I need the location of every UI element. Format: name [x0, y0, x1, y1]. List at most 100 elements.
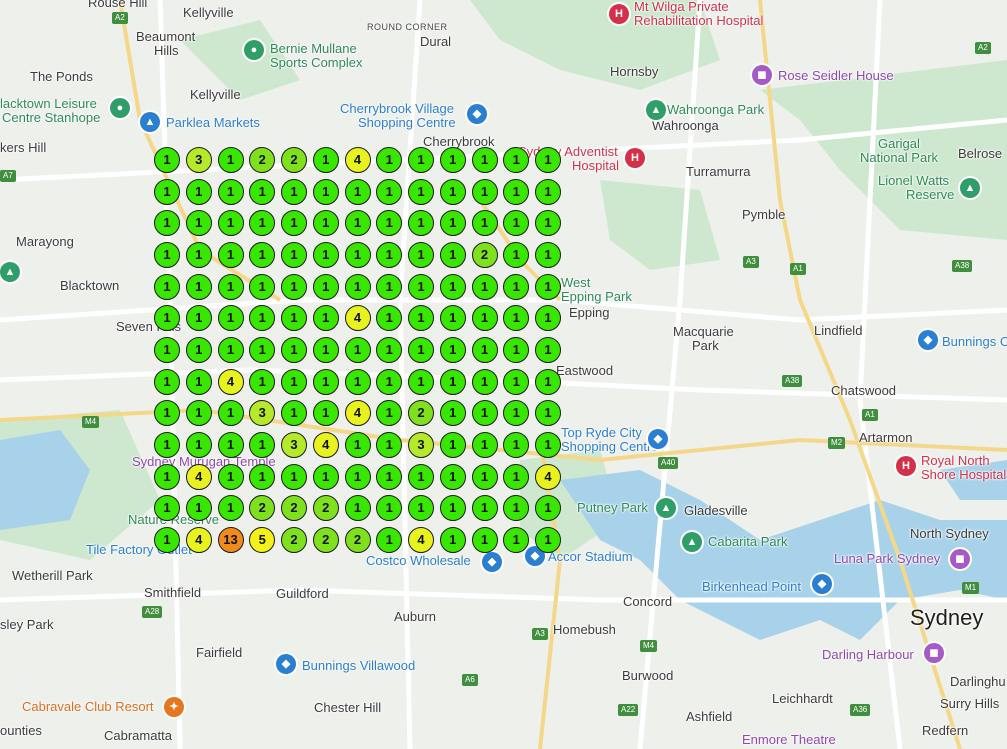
rank-marker[interactable]: 1 [535, 400, 561, 427]
rank-marker[interactable]: 1 [344, 178, 371, 205]
rank-marker[interactable]: 1 [217, 431, 244, 458]
rank-marker[interactable]: 1 [281, 305, 307, 332]
rank-marker[interactable]: 2 [312, 526, 339, 553]
rank-marker[interactable]: 1 [185, 495, 212, 522]
rank-marker[interactable]: 1 [217, 305, 244, 332]
rank-marker[interactable]: 13 [217, 526, 244, 553]
rank-marker[interactable]: 1 [154, 273, 180, 300]
rank-marker[interactable]: 1 [503, 495, 530, 522]
rank-marker[interactable]: 1 [408, 495, 434, 522]
rank-marker[interactable]: 2 [281, 526, 307, 553]
rank-marker[interactable]: 1 [408, 463, 434, 490]
rank-marker[interactable]: 1 [471, 400, 498, 427]
rank-marker[interactable]: 1 [217, 400, 244, 427]
rank-marker[interactable]: 1 [439, 495, 466, 522]
rank-marker[interactable]: 1 [344, 495, 371, 522]
rank-marker[interactable]: 1 [249, 241, 276, 268]
rank-marker[interactable]: 1 [503, 400, 530, 427]
rank-marker[interactable]: 1 [154, 210, 180, 237]
rank-marker[interactable]: 1 [408, 210, 434, 237]
rank-marker[interactable]: 1 [439, 147, 466, 173]
rank-marker[interactable]: 1 [281, 273, 307, 300]
rank-marker[interactable]: 1 [312, 336, 339, 363]
rank-marker[interactable]: 1 [376, 431, 403, 458]
rank-marker[interactable]: 1 [185, 210, 212, 237]
rank-marker[interactable]: 1 [249, 368, 276, 395]
rank-marker[interactable]: 1 [281, 400, 307, 427]
rank-marker[interactable]: 1 [439, 305, 466, 332]
rank-marker[interactable]: 1 [535, 210, 561, 237]
rank-marker[interactable]: 1 [217, 495, 244, 522]
rank-marker[interactable]: 1 [535, 495, 561, 522]
rank-marker[interactable]: 1 [439, 431, 466, 458]
rank-marker[interactable]: 1 [185, 178, 212, 205]
rank-marker[interactable]: 1 [185, 336, 212, 363]
rank-marker[interactable]: 1 [471, 178, 498, 205]
rank-marker[interactable]: 1 [344, 241, 371, 268]
rank-marker[interactable]: 1 [312, 368, 339, 395]
rank-marker[interactable]: 2 [281, 147, 307, 173]
rank-marker[interactable]: 1 [408, 241, 434, 268]
rank-marker[interactable]: 1 [503, 305, 530, 332]
rank-marker[interactable]: 1 [217, 147, 244, 173]
rank-marker[interactable]: 1 [376, 368, 403, 395]
rank-marker[interactable]: 1 [217, 241, 244, 268]
rank-marker[interactable]: 1 [471, 368, 498, 395]
rank-marker[interactable]: 1 [408, 336, 434, 363]
rank-marker[interactable]: 1 [154, 241, 180, 268]
rank-marker[interactable]: 1 [312, 305, 339, 332]
rank-marker[interactable]: 1 [408, 305, 434, 332]
rank-marker[interactable]: 1 [503, 431, 530, 458]
rank-marker[interactable]: 1 [154, 368, 180, 395]
rank-marker[interactable]: 1 [344, 336, 371, 363]
rank-marker[interactable]: 1 [312, 178, 339, 205]
rank-marker[interactable]: 1 [503, 336, 530, 363]
rank-marker[interactable]: 1 [535, 526, 561, 553]
rank-marker[interactable]: 1 [535, 305, 561, 332]
rank-marker[interactable]: 1 [249, 273, 276, 300]
rank-marker[interactable]: 1 [185, 273, 212, 300]
rank-marker[interactable]: 1 [281, 210, 307, 237]
rank-marker[interactable]: 3 [408, 431, 434, 458]
rank-marker[interactable]: 1 [344, 463, 371, 490]
rank-marker[interactable]: 1 [154, 526, 180, 553]
rank-marker[interactable]: 4 [185, 463, 212, 490]
rank-marker[interactable]: 1 [344, 273, 371, 300]
rank-marker[interactable]: 4 [408, 526, 434, 553]
rank-marker[interactable]: 1 [503, 463, 530, 490]
rank-marker[interactable]: 1 [535, 147, 561, 173]
rank-marker[interactable]: 1 [344, 368, 371, 395]
rank-marker[interactable]: 1 [376, 210, 403, 237]
rank-marker[interactable]: 1 [535, 336, 561, 363]
rank-marker[interactable]: 1 [281, 463, 307, 490]
rank-marker[interactable]: 1 [281, 368, 307, 395]
rank-marker[interactable]: 1 [471, 305, 498, 332]
rank-marker[interactable]: 1 [376, 241, 403, 268]
rank-marker[interactable]: 1 [503, 241, 530, 268]
rank-marker[interactable]: 1 [344, 431, 371, 458]
rank-marker[interactable]: 1 [154, 305, 180, 332]
rank-marker[interactable]: 1 [503, 368, 530, 395]
rank-marker[interactable]: 1 [471, 147, 498, 173]
rank-marker[interactable]: 1 [249, 431, 276, 458]
rank-marker[interactable]: 4 [344, 400, 371, 427]
rank-marker[interactable]: 1 [376, 336, 403, 363]
rank-marker[interactable]: 1 [249, 210, 276, 237]
rank-marker[interactable]: 1 [185, 241, 212, 268]
rank-marker[interactable]: 1 [312, 463, 339, 490]
rank-marker[interactable]: 1 [376, 147, 403, 173]
rank-marker[interactable]: 1 [439, 368, 466, 395]
rank-marker[interactable]: 1 [503, 526, 530, 553]
rank-marker[interactable]: 1 [439, 273, 466, 300]
rank-marker[interactable]: 1 [503, 147, 530, 173]
rank-marker[interactable]: 1 [217, 336, 244, 363]
rank-marker[interactable]: 1 [439, 463, 466, 490]
rank-marker[interactable]: 1 [312, 147, 339, 173]
rank-marker[interactable]: 1 [471, 273, 498, 300]
rank-marker[interactable]: 1 [408, 273, 434, 300]
rank-marker[interactable]: 1 [376, 463, 403, 490]
rank-marker[interactable]: 4 [185, 526, 212, 553]
rank-marker[interactable]: 1 [217, 210, 244, 237]
rank-marker[interactable]: 1 [471, 526, 498, 553]
rank-marker[interactable]: 2 [471, 241, 498, 268]
